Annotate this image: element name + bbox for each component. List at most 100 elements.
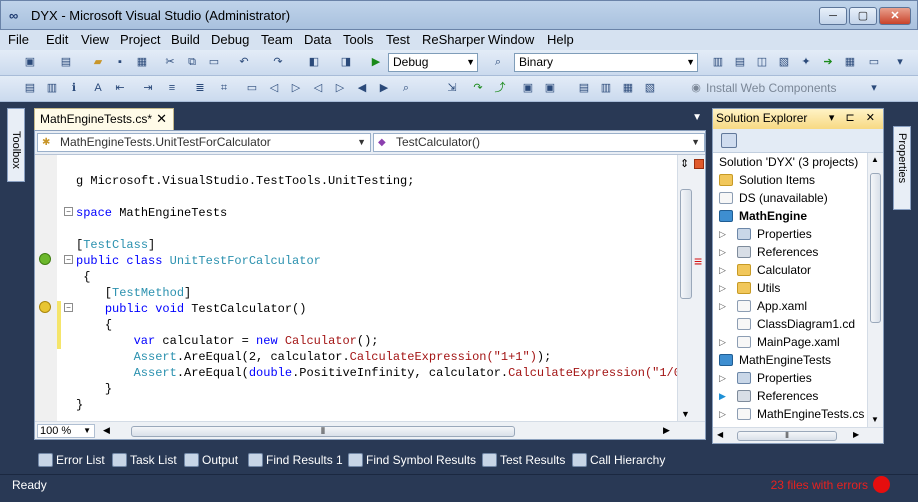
member-combo[interactable]: ◆ TestCalculator() ▼ [373,133,705,152]
menu-project[interactable]: Project [120,32,160,47]
tab-find-symbol-results[interactable]: Find Symbol Results [346,450,476,472]
debug-tests-icon[interactable]: ▣ [542,80,558,96]
tab-find-results-1[interactable]: Find Results 1 [246,450,343,472]
save-all-icon[interactable]: ▦ [134,54,150,70]
step-over-icon[interactable]: ↷ [470,80,486,96]
navigate-backward-icon[interactable]: ◧ [306,54,322,70]
save-icon[interactable]: ▪ [112,54,128,70]
properties-window-icon[interactable]: ▤ [732,54,748,70]
tab-call-hierarchy[interactable]: Call Hierarchy [570,450,665,472]
test-results-icon[interactable]: ▦ [620,80,636,96]
tab-test-results[interactable]: Test Results [480,450,565,472]
paste-icon[interactable]: ▭ [206,54,222,70]
new-project-icon[interactable]: ▣ [22,54,38,70]
previous-bookmark-folder-icon[interactable]: ◁ [310,80,326,96]
start-page-icon[interactable]: ➔ [820,54,836,70]
menu-edit[interactable]: Edit [46,32,68,47]
step-into-icon[interactable]: ⇲ [444,80,460,96]
find-in-files-icon[interactable]: ⌕ [490,54,506,70]
menu-build[interactable]: Build [171,32,200,47]
scroll-thumb[interactable]: ⦀ [737,431,837,441]
previous-bookmark-icon[interactable]: ◁ [266,80,282,96]
scroll-thumb[interactable] [870,173,881,323]
scroll-thumb[interactable]: ⦀ [131,426,515,437]
next-bookmark-folder-icon[interactable]: ▷ [332,80,348,96]
next-bookmark-icon[interactable]: ▷ [288,80,304,96]
scroll-up-icon[interactable]: ▲ [871,155,879,164]
properties-tab[interactable]: Properties [893,126,911,210]
menu-view[interactable]: View [81,32,109,47]
scroll-left-icon[interactable]: ◀ [717,430,723,439]
error-marker-icon[interactable] [694,159,704,169]
install-web-components-icon[interactable]: ◉ [688,80,704,96]
configuration-combo[interactable]: Debug ▼ [388,53,478,72]
active-files-dropdown-icon[interactable]: ▼ [692,112,702,123]
test-list-icon[interactable]: ▤ [576,80,592,96]
menu-resharper[interactable]: ReSharper [422,32,485,47]
scroll-right-icon[interactable]: ▶ [853,430,859,439]
start-debugging-icon[interactable]: ▶ [368,54,384,70]
scroll-right-icon[interactable]: ▶ [663,425,670,436]
scroll-down-icon[interactable]: ▼ [681,409,690,419]
command-window-icon[interactable]: ▭ [866,54,882,70]
collapse-namespace-icon[interactable]: − [64,207,73,216]
uncomment-icon[interactable]: ≣ [192,80,208,96]
collapse-class-icon[interactable]: − [64,255,73,264]
toolbox-tab[interactable]: Toolbox [7,108,25,182]
scroll-down-icon[interactable]: ▼ [871,415,879,424]
copy-icon[interactable]: ⧉ [184,54,200,70]
solution-explorer-icon[interactable]: ▥ [710,54,726,70]
collapse-method-icon[interactable]: − [64,303,73,312]
step-out-icon[interactable]: ⤴ [492,80,508,96]
scroll-thumb[interactable] [680,189,692,299]
previous-bookmark-document-icon[interactable]: ◀ [354,80,370,96]
run-tests-icon[interactable]: ▣ [520,80,536,96]
display-object-member-list-icon[interactable]: ▤ [22,80,38,96]
open-folder-icon[interactable]: ▰ [90,54,106,70]
class-view-icon[interactable]: ▦ [842,54,858,70]
toolbox-icon[interactable]: ▧ [776,54,792,70]
clear-bookmarks-icon[interactable]: ⌕ [398,80,414,96]
code-text[interactable]: − − − g Microsoft.VisualStudio.TestTools… [62,155,677,421]
error-count-status[interactable]: 23 files with errors [771,478,868,492]
menu-help[interactable]: Help [547,32,574,47]
minimize-button[interactable]: ─ [819,7,847,25]
code-coverage-icon[interactable]: ▧ [642,80,658,96]
parameter-info-icon[interactable]: ▥ [44,80,60,96]
menu-tools[interactable]: Tools [343,32,373,47]
scroll-left-icon[interactable]: ◀ [103,425,110,436]
next-bookmark-document-icon[interactable]: ▶ [376,80,392,96]
quick-info-icon[interactable]: ℹ [66,80,82,96]
menu-window[interactable]: Window [488,32,534,47]
tab-output[interactable]: Output [182,450,238,472]
redo-icon[interactable]: ↷ [270,54,286,70]
navigate-forward-icon[interactable]: ◨ [338,54,354,70]
tab-task-list[interactable]: Task List [110,450,177,472]
close-tab-icon[interactable]: ✕ [156,109,167,129]
toggle-bookmark-icon[interactable]: ⌗ [216,80,232,96]
add-item-icon[interactable]: ▤ [58,54,74,70]
editor-vertical-scrollbar[interactable]: ⇕ ≡ ▼ [677,155,705,421]
bookmark-icon[interactable]: ▭ [244,80,260,96]
toolbar-options-icon[interactable]: ▾ [866,80,882,96]
menu-test[interactable]: Test [386,32,410,47]
install-web-components-button[interactable]: Install Web Components [706,81,837,95]
find-combo[interactable]: Binary ▼ [514,53,698,72]
indent-icon[interactable]: ⇥ [140,80,156,96]
error-indicator-icon[interactable] [873,476,890,493]
editor-horizontal-scrollbar[interactable]: 100 % ▼ ◀ ⦀ ▶ [35,421,705,439]
complete-word-icon[interactable]: A [90,80,106,96]
class-combo[interactable]: ✱ MathEngineTests.UnitTestForCalculator … [37,133,371,152]
object-browser-icon[interactable]: ◫ [754,54,770,70]
code-editor[interactable]: ✱ MathEngineTests.UnitTestForCalculator … [34,130,706,440]
extension-manager-icon[interactable]: ✦ [798,54,814,70]
menu-file[interactable]: File [8,32,29,47]
solution-explorer-horizontal-scrollbar[interactable]: ◀ ⦀ ▶ [713,427,883,443]
undo-icon[interactable]: ↶ [236,54,252,70]
split-view-icon[interactable]: ⇕ [680,157,689,170]
test-method-glyph-icon[interactable] [39,301,51,313]
solution-explorer-vertical-scrollbar[interactable]: ▲ ▼ [867,153,883,427]
toolbar-options-icon[interactable]: ▾ [892,54,908,70]
menu-data[interactable]: Data [304,32,331,47]
zoom-combo[interactable]: 100 % ▼ [37,424,95,438]
